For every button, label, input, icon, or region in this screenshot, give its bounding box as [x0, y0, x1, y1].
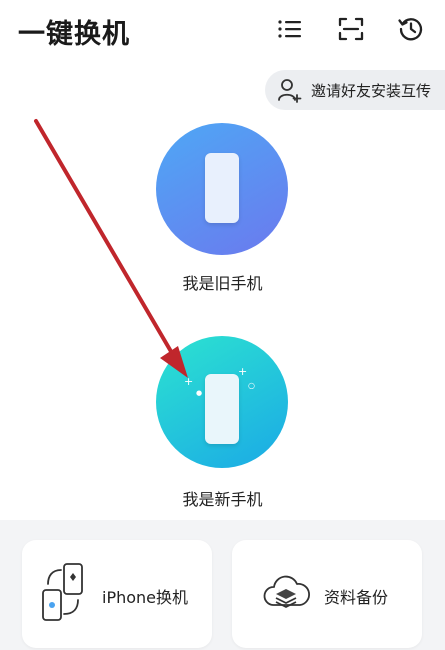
sparkle-icon: ○ [248, 381, 255, 390]
sparkle-icon: + [184, 375, 194, 388]
backup-label: 资料备份 [324, 588, 389, 607]
invite-label: 邀请好友安装互传 [311, 81, 432, 100]
history-icon[interactable] [396, 14, 426, 44]
new-phone-button[interactable]: + + ● ○ [156, 336, 288, 468]
old-phone-label: 我是旧手机 [182, 274, 263, 293]
iphone-transfer-label: iPhone换机 [102, 588, 189, 607]
list-icon[interactable] [275, 14, 305, 44]
cloud-backup-icon [263, 575, 310, 608]
phone-icon [205, 153, 239, 223]
new-phone-label: 我是新手机 [182, 490, 263, 509]
add-user-icon [278, 79, 302, 103]
phone-icon [205, 374, 239, 444]
scan-icon[interactable] [336, 14, 366, 44]
backup-card[interactable]: 资料备份 [232, 540, 422, 648]
sparkle-icon: + [238, 365, 248, 378]
screen: 一键换机 邀请好友安装互传 我是旧手机 + + ● ○ 我是新手机 iPhone… [0, 0, 445, 650]
page-title: 一键换机 [18, 19, 130, 50]
invite-friends-button[interactable]: 邀请好友安装互传 [265, 70, 445, 110]
sparkle-icon: ● [196, 389, 203, 397]
phone-swap-icon [42, 563, 83, 621]
iphone-transfer-card[interactable]: iPhone换机 [22, 540, 212, 648]
old-phone-button[interactable] [156, 123, 288, 255]
